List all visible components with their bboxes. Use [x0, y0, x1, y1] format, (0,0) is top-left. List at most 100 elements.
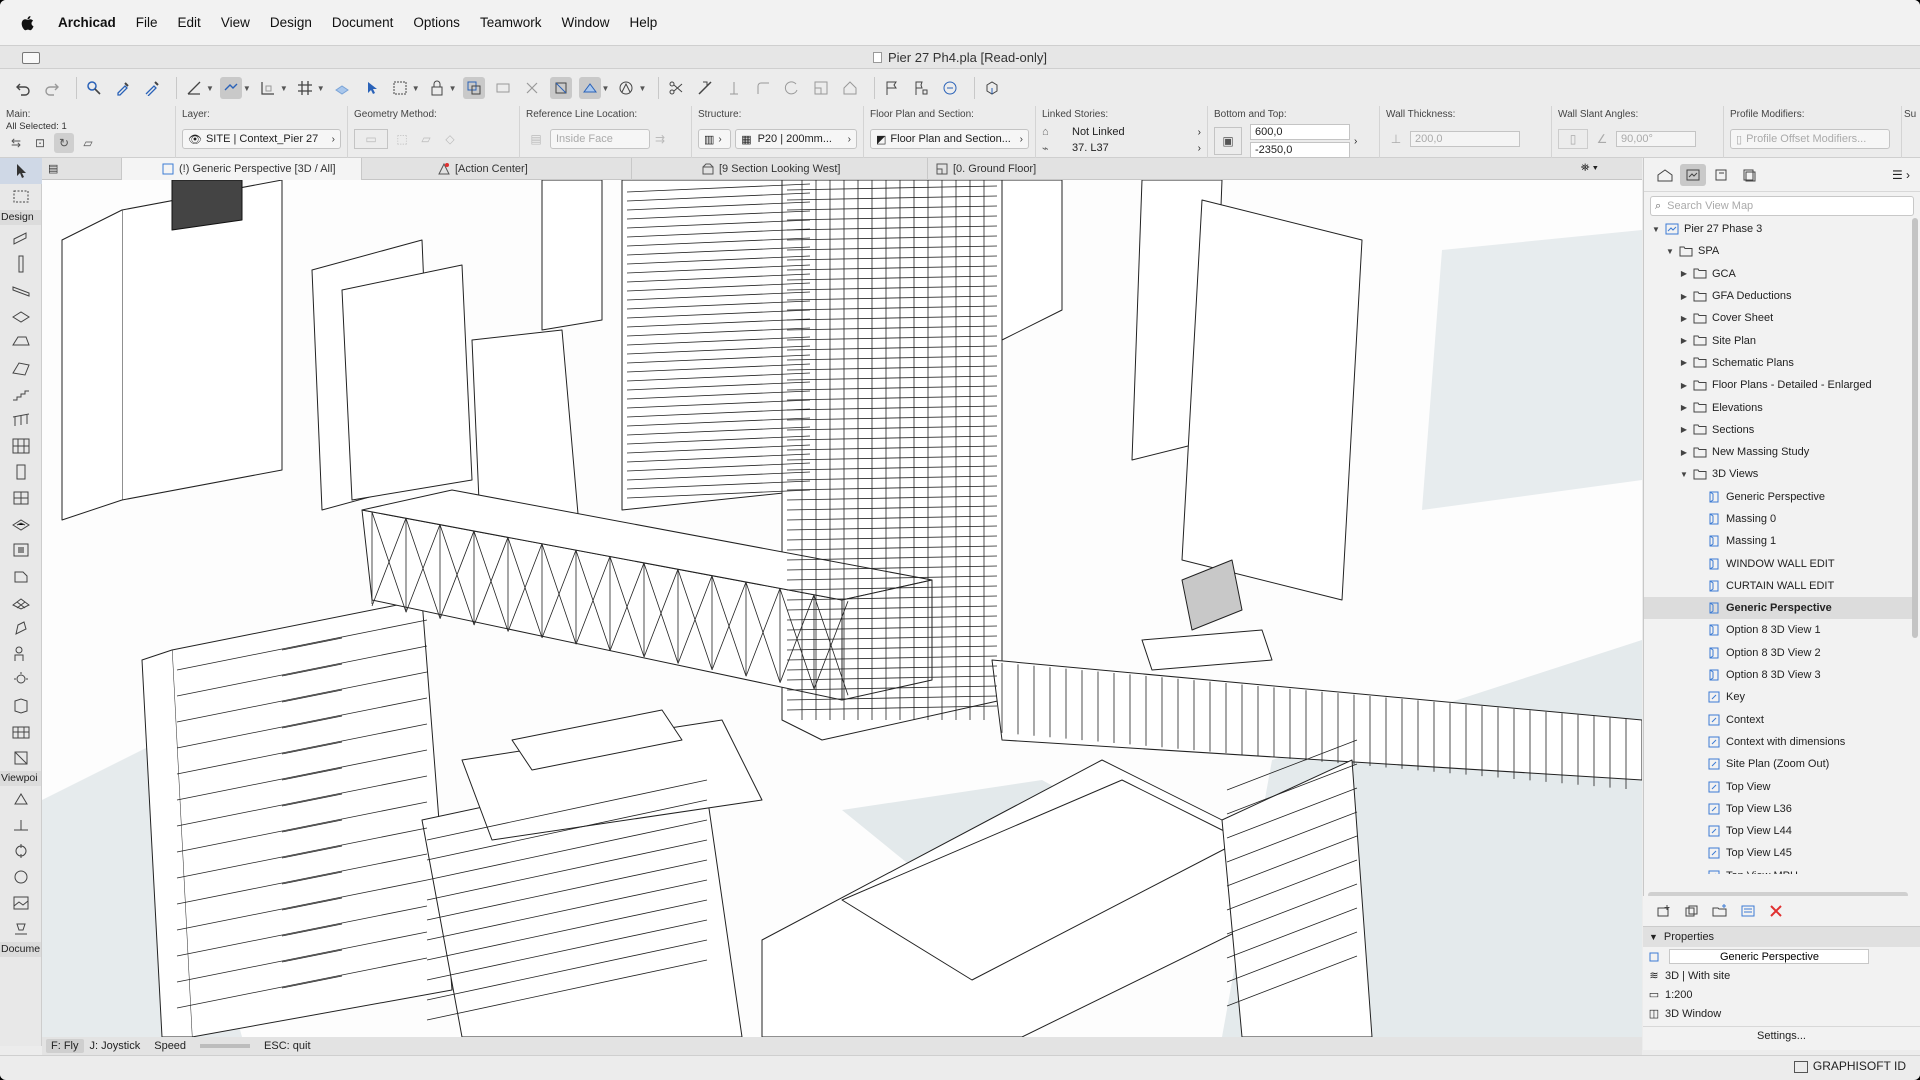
fly-mode-label[interactable]: F: Fly: [46, 1039, 84, 1053]
tree-scrollbar[interactable]: [1910, 218, 1920, 858]
redo-icon[interactable]: [41, 77, 63, 99]
select-mode-icon[interactable]: ⊡: [30, 133, 50, 153]
zone-tool-icon[interactable]: [0, 641, 42, 667]
save-view-icon[interactable]: [1651, 900, 1677, 922]
rotate-icon[interactable]: [781, 77, 803, 99]
view-map-item[interactable]: Key: [1644, 686, 1914, 708]
straight-wall-icon[interactable]: ▭: [354, 129, 388, 149]
joystick-mode-label[interactable]: J: Joystick: [90, 1040, 141, 1052]
menu-archicad[interactable]: Archicad: [58, 15, 116, 30]
roof-icon[interactable]: [839, 77, 861, 99]
publisher-sets-icon[interactable]: [1736, 164, 1762, 186]
view-map-item[interactable]: Top View L36: [1644, 798, 1914, 820]
cursor-snap-icon[interactable]: [257, 77, 279, 99]
graphisoft-id-link[interactable]: GRAPHISOFT ID: [1813, 1059, 1906, 1073]
door-tool-icon[interactable]: [0, 459, 42, 485]
view-map-item[interactable]: ▶ GCA: [1644, 263, 1914, 285]
properties-header[interactable]: ▼ Properties: [1643, 927, 1920, 947]
structure-dropdown[interactable]: ▦ P20 | 200mm... ›: [735, 129, 857, 149]
marquee-icon[interactable]: [389, 77, 411, 99]
morph-tool-icon[interactable]: [0, 615, 42, 641]
grid-icon[interactable]: [294, 77, 316, 99]
view-map-item[interactable]: Context: [1644, 709, 1914, 731]
group-icon[interactable]: [462, 77, 485, 99]
find-select-icon[interactable]: [83, 77, 105, 99]
clone-view-icon[interactable]: [1679, 900, 1705, 922]
detail-tool-icon[interactable]: [0, 890, 42, 916]
window-tool-icon[interactable]: [0, 485, 42, 511]
beam-tool-icon[interactable]: [0, 277, 42, 303]
chevron-down-icon[interactable]: ▼: [206, 84, 214, 93]
slab-tool-icon[interactable]: [0, 303, 42, 329]
mesh-tool-icon[interactable]: [0, 589, 42, 615]
sidebar-toggle-icon[interactable]: [22, 52, 40, 64]
view-name-field[interactable]: [1669, 949, 1869, 964]
view-map-item[interactable]: ▶ Elevations: [1644, 396, 1914, 418]
shape-icon[interactable]: [615, 77, 637, 99]
view-map-item[interactable]: ▼ SPA: [1644, 240, 1914, 262]
delete-icon[interactable]: [1763, 900, 1789, 922]
resize-icon[interactable]: [810, 77, 832, 99]
gravity-icon[interactable]: [578, 77, 601, 99]
layout-book-icon[interactable]: [1708, 164, 1734, 186]
view-map-item[interactable]: ▼ Pier 27 Phase 3: [1644, 218, 1914, 240]
publish-icon[interactable]: [939, 77, 961, 99]
project-map-icon[interactable]: [1652, 164, 1678, 186]
undo-icon[interactable]: [12, 77, 34, 99]
marquee-tool-icon[interactable]: [0, 184, 42, 210]
chevron-right-icon[interactable]: ▶: [1678, 448, 1690, 457]
slant-type-icon[interactable]: ▯: [1558, 129, 1588, 149]
tab-action-center[interactable]: [Action Center]: [362, 157, 632, 180]
chevron-right-icon[interactable]: ▶: [1678, 292, 1690, 301]
linked-bottom-row[interactable]: ⌁ 37. L37 ›: [1042, 140, 1201, 156]
structure-type-dropdown[interactable]: ▥ ›: [698, 129, 732, 149]
view-map-item[interactable]: WINDOW WALL EDIT: [1644, 552, 1914, 574]
change-tool-icon[interactable]: [0, 916, 42, 942]
apple-icon[interactable]: [20, 14, 36, 32]
curved-wall-icon[interactable]: ◇: [440, 129, 460, 149]
tab-overview[interactable]: ▤: [42, 157, 122, 180]
view-map-item[interactable]: Option 8 3D View 3: [1644, 664, 1914, 686]
trace-icon[interactable]: [521, 77, 543, 99]
view-map-item[interactable]: Massing 1: [1644, 530, 1914, 552]
view-map-item[interactable]: Site Plan (Zoom Out): [1644, 753, 1914, 775]
chevron-down-icon[interactable]: ▼: [280, 84, 288, 93]
chevron-down-icon[interactable]: ▼: [449, 84, 457, 93]
rotate-view-icon[interactable]: ↻: [54, 133, 74, 153]
chevron-down-icon[interactable]: ▼: [1678, 470, 1690, 479]
menu-options[interactable]: Options: [413, 15, 460, 30]
profile-dropdown[interactable]: ▯ Profile Offset Modifiers...: [1730, 129, 1890, 149]
tab-options-button[interactable]: ⛯ ▾: [1524, 158, 1604, 180]
skylight-tool-icon[interactable]: [0, 511, 42, 537]
syringe-icon[interactable]: [141, 77, 163, 99]
scissors-icon[interactable]: [665, 77, 687, 99]
interior-elevation-tool-icon[interactable]: [0, 838, 42, 864]
fps-dropdown[interactable]: ◩ Floor Plan and Section... ›: [870, 129, 1029, 149]
linked-top-row[interactable]: ⌂ Not Linked ›: [1042, 124, 1201, 140]
chevron-down-icon[interactable]: ▼: [412, 84, 420, 93]
view-settings-icon[interactable]: [1735, 900, 1761, 922]
tab-section-west[interactable]: [9 Section Looking West]: [632, 157, 928, 180]
railing-tool-icon[interactable]: [0, 407, 42, 433]
polygon-wall-icon[interactable]: ▱: [416, 129, 436, 149]
view-map-search[interactable]: ⌕ Search View Map: [1650, 196, 1914, 216]
view-map-item[interactable]: Top View MPH: [1644, 865, 1914, 874]
view-map-item[interactable]: Generic Perspective: [1644, 597, 1914, 620]
menu-window[interactable]: Window: [561, 15, 609, 30]
chevron-right-icon[interactable]: ▶: [1678, 314, 1690, 323]
chevron-down-icon[interactable]: ▼: [602, 84, 610, 93]
flag-icon[interactable]: [881, 77, 903, 99]
tab-ground-floor[interactable]: [0. Ground Floor]: [928, 158, 1524, 180]
lock-icon[interactable]: [426, 77, 448, 99]
chevron-right-icon[interactable]: ▶: [1678, 358, 1690, 367]
opening-tool-icon[interactable]: [0, 537, 42, 563]
layer-dropdown[interactable]: 👁 SITE | Context_Pier 27 ›: [182, 129, 341, 149]
snap-guides-icon[interactable]: [219, 77, 242, 99]
chevron-right-icon[interactable]: ▶: [1678, 403, 1690, 412]
menu-document[interactable]: Document: [332, 15, 394, 30]
elevation-tool-icon[interactable]: [0, 812, 42, 838]
view-map-item[interactable]: ▶ New Massing Study: [1644, 441, 1914, 463]
view-map-item[interactable]: Context with dimensions: [1644, 731, 1914, 753]
shape-outline-icon[interactable]: ▱: [78, 133, 98, 153]
menu-help[interactable]: Help: [629, 15, 657, 30]
